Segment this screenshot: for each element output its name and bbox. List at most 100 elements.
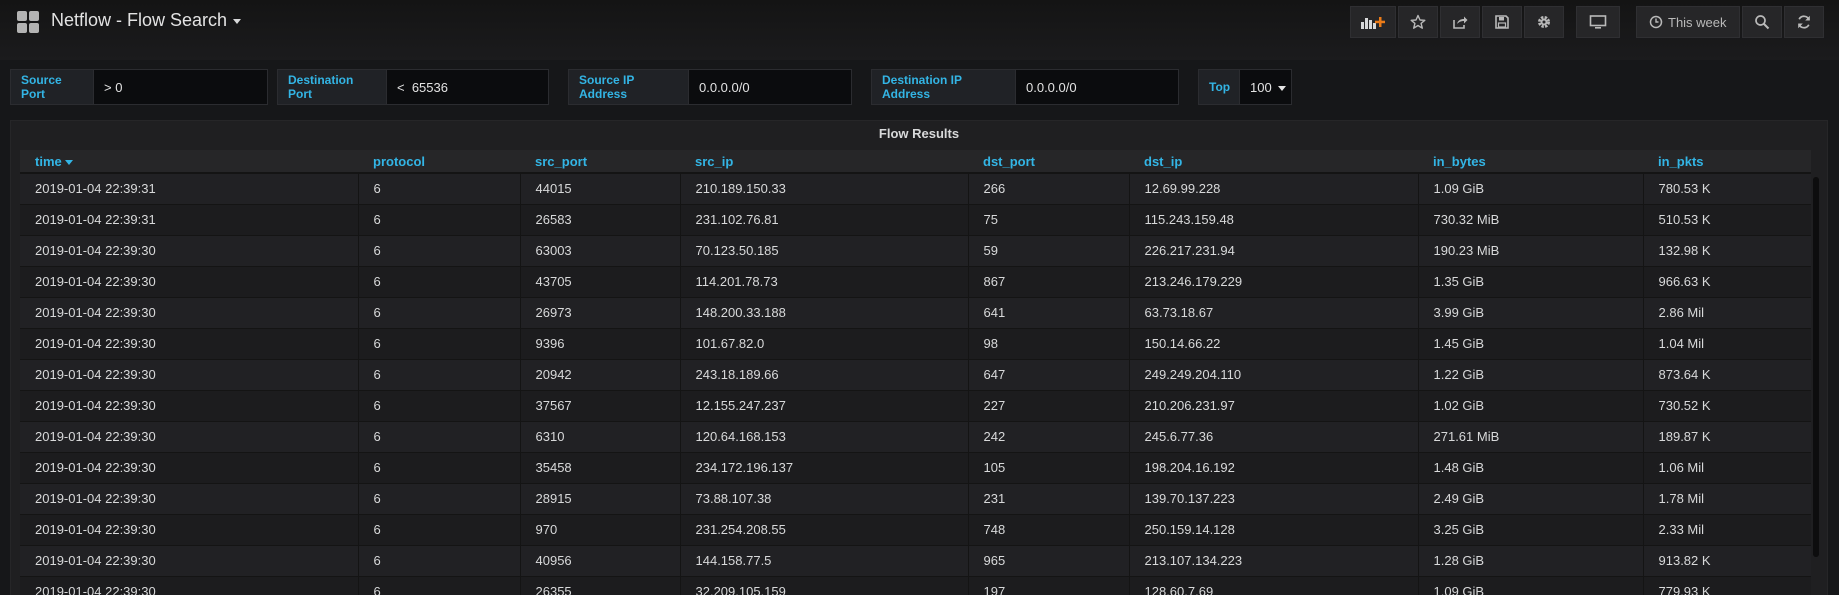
destination-port-input[interactable]: < 65536 bbox=[387, 69, 549, 105]
table-header-row: time protocol src_port src_ip dst_port d… bbox=[20, 150, 1811, 174]
column-header-in-bytes[interactable]: in_bytes bbox=[1418, 150, 1643, 174]
star-icon bbox=[1410, 14, 1426, 29]
gear-icon bbox=[1538, 16, 1550, 28]
zoom-out-button[interactable] bbox=[1741, 6, 1782, 38]
cell-in-pkts: 779.93 K bbox=[1643, 575, 1811, 595]
cell-in-pkts: 1.06 Mil bbox=[1643, 451, 1811, 483]
variable-label: Destination Port bbox=[277, 69, 387, 105]
cell-in-bytes: 1.45 GiB bbox=[1418, 327, 1644, 359]
scrollbar-thumb[interactable] bbox=[1813, 177, 1819, 557]
cell-src-port: 26973 bbox=[520, 296, 681, 328]
table-row: 2019-01-04 22:39:30 6 43705 114.201.78.73 86… bbox=[20, 265, 1811, 297]
save-icon bbox=[1495, 15, 1509, 29]
flow-results-table: time protocol src_port src_ip dst_port d… bbox=[20, 150, 1811, 595]
cell-protocol: 6 bbox=[358, 575, 521, 595]
cell-in-bytes: 1.09 GiB bbox=[1418, 172, 1644, 204]
star-button[interactable] bbox=[1398, 6, 1438, 38]
clock-icon bbox=[1649, 15, 1663, 29]
variable-label: Source IP Address bbox=[568, 69, 689, 105]
cell-src-ip: 120.64.168.153 bbox=[680, 420, 969, 452]
panel-title[interactable]: Flow Results bbox=[11, 126, 1827, 141]
variable-destination-port: Destination Port < 65536 bbox=[277, 69, 549, 105]
top-select-value: 100 bbox=[1250, 79, 1272, 95]
cell-time: 2019-01-04 22:39:30 bbox=[20, 327, 359, 359]
dashboard-title-dropdown[interactable]: Netflow - Flow Search bbox=[51, 10, 242, 31]
save-button[interactable] bbox=[1482, 6, 1522, 38]
variable-label: Destination IP Address bbox=[871, 69, 1016, 105]
flow-results-table-container: time protocol src_port src_ip dst_port d… bbox=[20, 150, 1821, 595]
source-port-input[interactable]: > 0 bbox=[94, 69, 268, 105]
cell-dst-port: 75 bbox=[968, 203, 1130, 235]
cell-src-ip: 32.209.105.159 bbox=[680, 575, 969, 595]
column-header-time[interactable]: time bbox=[20, 150, 358, 174]
column-header-src-ip[interactable]: src_ip bbox=[680, 150, 968, 174]
cell-dst-port: 197 bbox=[968, 575, 1130, 595]
settings-button[interactable] bbox=[1524, 6, 1564, 38]
variable-source-port: Source Port > 0 bbox=[10, 69, 268, 105]
cell-src-port: 35458 bbox=[520, 451, 681, 483]
cell-protocol: 6 bbox=[358, 327, 521, 359]
refresh-button[interactable] bbox=[1783, 6, 1824, 38]
cell-in-pkts: 966.63 K bbox=[1643, 265, 1811, 297]
cell-dst-port: 98 bbox=[968, 327, 1130, 359]
cell-src-ip: 148.200.33.188 bbox=[680, 296, 969, 328]
column-header-protocol[interactable]: protocol bbox=[358, 150, 520, 174]
variable-label: Top bbox=[1198, 69, 1240, 105]
cell-src-port: 40956 bbox=[520, 544, 681, 576]
cell-dst-port: 227 bbox=[968, 389, 1130, 421]
time-range-label: This week bbox=[1668, 14, 1727, 30]
cell-in-bytes: 1.35 GiB bbox=[1418, 265, 1644, 297]
destination-ip-input[interactable]: 0.0.0.0/0 bbox=[1016, 69, 1179, 105]
sort-desc-icon bbox=[64, 159, 73, 165]
cell-src-ip: 144.158.77.5 bbox=[680, 544, 969, 576]
column-header-label: time bbox=[35, 153, 62, 169]
cell-in-bytes: 3.25 GiB bbox=[1418, 513, 1644, 545]
cell-dst-port: 748 bbox=[968, 513, 1130, 545]
cell-src-port: 6310 bbox=[520, 420, 681, 452]
table-scrollbar[interactable] bbox=[1813, 177, 1819, 557]
top-select[interactable]: 100 bbox=[1240, 69, 1292, 105]
cell-dst-ip: 245.6.77.36 bbox=[1129, 420, 1419, 452]
cell-src-ip: 234.172.196.137 bbox=[680, 451, 969, 483]
cell-time: 2019-01-04 22:39:30 bbox=[20, 544, 359, 576]
cell-time: 2019-01-04 22:39:31 bbox=[20, 172, 359, 204]
cell-in-pkts: 510.53 K bbox=[1643, 203, 1811, 235]
cell-protocol: 6 bbox=[358, 513, 521, 545]
cell-dst-port: 231 bbox=[968, 482, 1130, 514]
table-row: 2019-01-04 22:39:30 6 26973 148.200.33.188 6… bbox=[20, 296, 1811, 328]
cell-time: 2019-01-04 22:39:31 bbox=[20, 203, 359, 235]
share-button[interactable] bbox=[1440, 6, 1480, 38]
cell-dst-port: 242 bbox=[968, 420, 1130, 452]
time-range-picker[interactable]: This week bbox=[1636, 6, 1740, 38]
table-row: 2019-01-04 22:39:30 6 9396 101.67.82.0 98 150… bbox=[20, 327, 1811, 359]
cell-protocol: 6 bbox=[358, 234, 521, 266]
cell-in-pkts: 873.64 K bbox=[1643, 358, 1811, 390]
cell-dst-ip: 198.204.16.192 bbox=[1129, 451, 1419, 483]
column-header-src-port[interactable]: src_port bbox=[520, 150, 680, 174]
cell-time: 2019-01-04 22:39:30 bbox=[20, 575, 359, 595]
cell-dst-port: 105 bbox=[968, 451, 1130, 483]
tv-mode-button[interactable] bbox=[1576, 6, 1620, 38]
grid-icon[interactable] bbox=[17, 11, 39, 33]
cell-dst-port: 647 bbox=[968, 358, 1130, 390]
cell-dst-ip: 115.243.159.48 bbox=[1129, 203, 1419, 235]
template-variables-bar: Source Port > 0 Destination Port < 65536… bbox=[0, 69, 1839, 105]
source-ip-input[interactable]: 0.0.0.0/0 bbox=[689, 69, 852, 105]
cell-in-bytes: 1.28 GiB bbox=[1418, 544, 1644, 576]
column-header-in-pkts[interactable]: in_pkts bbox=[1643, 150, 1811, 174]
cell-src-ip: 12.155.247.237 bbox=[680, 389, 969, 421]
cell-src-port: 63003 bbox=[520, 234, 681, 266]
cell-in-bytes: 1.48 GiB bbox=[1418, 451, 1644, 483]
add-panel-button[interactable] bbox=[1350, 6, 1396, 38]
column-header-dst-ip[interactable]: dst_ip bbox=[1129, 150, 1418, 174]
cell-in-bytes: 190.23 MiB bbox=[1418, 234, 1644, 266]
cell-in-pkts: 2.33 Mil bbox=[1643, 513, 1811, 545]
cell-time: 2019-01-04 22:39:30 bbox=[20, 451, 359, 483]
cell-protocol: 6 bbox=[358, 389, 521, 421]
cell-src-port: 43705 bbox=[520, 265, 681, 297]
cell-time: 2019-01-04 22:39:30 bbox=[20, 296, 359, 328]
column-header-dst-port[interactable]: dst_port bbox=[968, 150, 1129, 174]
cell-dst-ip: 139.70.137.223 bbox=[1129, 482, 1419, 514]
cell-protocol: 6 bbox=[358, 358, 521, 390]
cell-in-bytes: 271.61 MiB bbox=[1418, 420, 1644, 452]
